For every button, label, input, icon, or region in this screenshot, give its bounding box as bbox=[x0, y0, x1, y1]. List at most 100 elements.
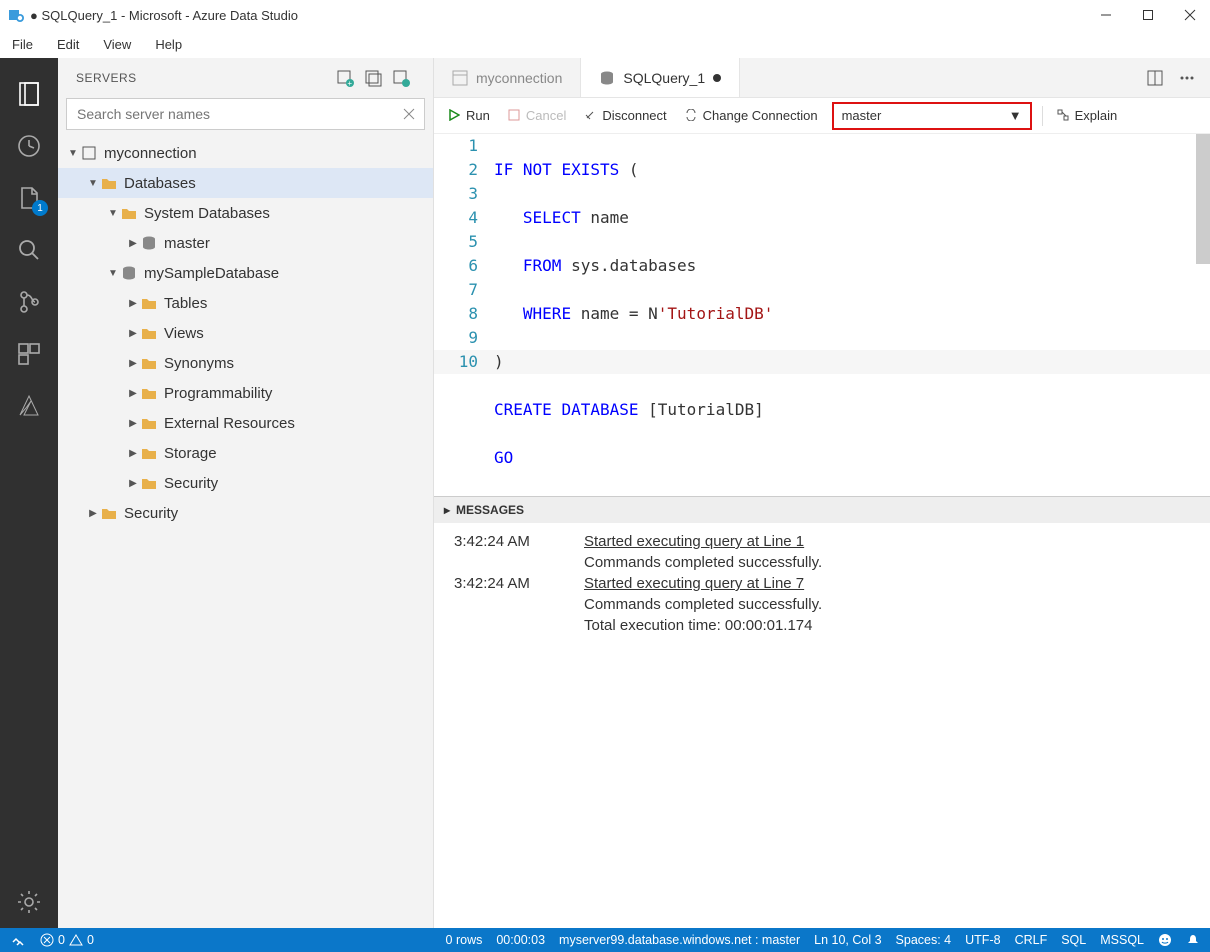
activity-source-control[interactable] bbox=[0, 276, 58, 328]
folder-icon bbox=[140, 294, 158, 312]
cancel-button: Cancel bbox=[504, 106, 570, 125]
tree-server-security[interactable]: Security bbox=[58, 498, 433, 528]
status-time[interactable]: 00:00:03 bbox=[496, 933, 545, 947]
run-button[interactable]: Run bbox=[444, 106, 494, 125]
change-icon bbox=[685, 109, 699, 123]
search-input[interactable] bbox=[66, 98, 425, 130]
status-spaces[interactable]: Spaces: 4 bbox=[896, 933, 952, 947]
menu-view[interactable]: View bbox=[97, 35, 137, 54]
status-notifications-icon[interactable] bbox=[1186, 933, 1200, 947]
change-connection-button[interactable]: Change Connection bbox=[681, 106, 822, 125]
tree-external-resources[interactable]: External Resources bbox=[58, 408, 433, 438]
status-provider[interactable]: MSSQL bbox=[1100, 933, 1144, 947]
tab-sqlquery1[interactable]: SQLQuery_1 bbox=[581, 58, 740, 97]
folder-icon bbox=[140, 474, 158, 492]
gutter: 12345678910 bbox=[434, 134, 494, 496]
tree-programmability[interactable]: Programmability bbox=[58, 378, 433, 408]
status-encoding[interactable]: UTF-8 bbox=[965, 933, 1000, 947]
close-button[interactable] bbox=[1178, 3, 1202, 27]
code-content[interactable]: IF NOT EXISTS ( SELECT name FROM sys.dat… bbox=[494, 134, 1210, 496]
status-rows[interactable]: 0 rows bbox=[446, 933, 483, 947]
status-cursor[interactable]: Ln 10, Col 3 bbox=[814, 933, 881, 947]
clear-search-icon[interactable] bbox=[399, 104, 419, 124]
tree-db-security[interactable]: Security bbox=[58, 468, 433, 498]
status-remote[interactable] bbox=[10, 932, 26, 948]
tree-databases[interactable]: Databases bbox=[58, 168, 433, 198]
activity-settings[interactable] bbox=[0, 876, 58, 928]
message-row: 3:42:24 AMStarted executing query at Lin… bbox=[454, 573, 1190, 594]
message-row: Commands completed successfully. bbox=[584, 552, 1190, 573]
database-select[interactable]: master▼ bbox=[832, 102, 1032, 130]
new-group-icon[interactable] bbox=[359, 64, 387, 92]
status-server[interactable]: myserver99.database.windows.net : master bbox=[559, 933, 800, 947]
activity-search[interactable] bbox=[0, 224, 58, 276]
folder-icon bbox=[120, 204, 138, 222]
status-bar: 0 0 0 rows 00:00:03 myserver99.database.… bbox=[0, 928, 1210, 952]
menu-edit[interactable]: Edit bbox=[51, 35, 85, 54]
menu-bar: File Edit View Help bbox=[0, 30, 1210, 58]
query-toolbar: Run Cancel Disconnect Change Connection … bbox=[434, 98, 1210, 134]
folder-icon bbox=[140, 324, 158, 342]
chevron-down-icon: ▼ bbox=[1009, 108, 1022, 123]
code-editor[interactable]: 12345678910 IF NOT EXISTS ( SELECT name … bbox=[434, 134, 1210, 496]
explorer-badge: 1 bbox=[32, 200, 48, 216]
disconnect-button[interactable]: Disconnect bbox=[580, 106, 670, 125]
server-tree: myconnection Databases System Databases … bbox=[58, 138, 433, 928]
messages-body: 3:42:24 AMStarted executing query at Lin… bbox=[434, 523, 1210, 928]
vertical-scrollbar[interactable] bbox=[1196, 134, 1210, 264]
tree-system-databases[interactable]: System Databases bbox=[58, 198, 433, 228]
warning-icon bbox=[69, 933, 83, 947]
database-icon bbox=[120, 264, 138, 282]
message-row: Total execution time: 00:00:01.174 bbox=[584, 615, 1190, 636]
status-eol[interactable]: CRLF bbox=[1015, 933, 1048, 947]
folder-icon bbox=[100, 504, 118, 522]
activity-bar: 1 bbox=[0, 58, 58, 928]
more-actions-icon[interactable] bbox=[1174, 65, 1200, 91]
tree-connection[interactable]: myconnection bbox=[58, 138, 433, 168]
minimize-button[interactable] bbox=[1094, 3, 1118, 27]
status-language[interactable]: SQL bbox=[1061, 933, 1086, 947]
new-connection-icon[interactable]: + bbox=[331, 64, 359, 92]
tree-synonyms[interactable]: Synonyms bbox=[58, 348, 433, 378]
refresh-connections-icon[interactable] bbox=[387, 64, 415, 92]
error-icon bbox=[40, 933, 54, 947]
message-row: 3:42:24 AMStarted executing query at Lin… bbox=[454, 531, 1190, 552]
message-row: Commands completed successfully. bbox=[584, 594, 1190, 615]
folder-icon bbox=[140, 354, 158, 372]
tab-strip: myconnection SQLQuery_1 bbox=[434, 58, 1210, 98]
disconnect-icon bbox=[584, 109, 598, 123]
activity-history[interactable] bbox=[0, 120, 58, 172]
split-editor-icon[interactable] bbox=[1142, 65, 1168, 91]
dirty-indicator-icon bbox=[713, 74, 721, 82]
maximize-button[interactable] bbox=[1136, 3, 1160, 27]
status-problems[interactable]: 0 0 bbox=[40, 933, 94, 947]
play-icon bbox=[448, 109, 462, 123]
collapse-icon: ▸ bbox=[444, 503, 450, 517]
title-bar: ● SQLQuery_1 - Microsoft - Azure Data St… bbox=[0, 0, 1210, 30]
tab-myconnection[interactable]: myconnection bbox=[434, 58, 581, 97]
explain-icon bbox=[1057, 109, 1071, 123]
explain-button[interactable]: Explain bbox=[1053, 106, 1122, 125]
menu-file[interactable]: File bbox=[6, 35, 39, 54]
tree-views[interactable]: Views bbox=[58, 318, 433, 348]
messages-header[interactable]: ▸MESSAGES bbox=[434, 497, 1210, 523]
database-icon bbox=[140, 234, 158, 252]
folder-icon bbox=[140, 444, 158, 462]
tree-storage[interactable]: Storage bbox=[58, 438, 433, 468]
activity-servers[interactable] bbox=[0, 68, 58, 120]
folder-icon bbox=[140, 384, 158, 402]
folder-icon bbox=[100, 174, 118, 192]
server-icon bbox=[80, 144, 98, 162]
menu-help[interactable]: Help bbox=[149, 35, 188, 54]
stop-icon bbox=[508, 109, 522, 123]
tree-sample-db[interactable]: mySampleDatabase bbox=[58, 258, 433, 288]
side-panel: SERVERS + myconnection Databases System … bbox=[58, 58, 434, 928]
activity-explorer[interactable]: 1 bbox=[0, 172, 58, 224]
side-panel-title: SERVERS bbox=[76, 71, 331, 85]
tree-tables[interactable]: Tables bbox=[58, 288, 433, 318]
tree-master-db[interactable]: master bbox=[58, 228, 433, 258]
activity-azure[interactable] bbox=[0, 380, 58, 432]
status-feedback-icon[interactable] bbox=[1158, 933, 1172, 947]
database-icon bbox=[599, 70, 615, 86]
activity-extensions[interactable] bbox=[0, 328, 58, 380]
